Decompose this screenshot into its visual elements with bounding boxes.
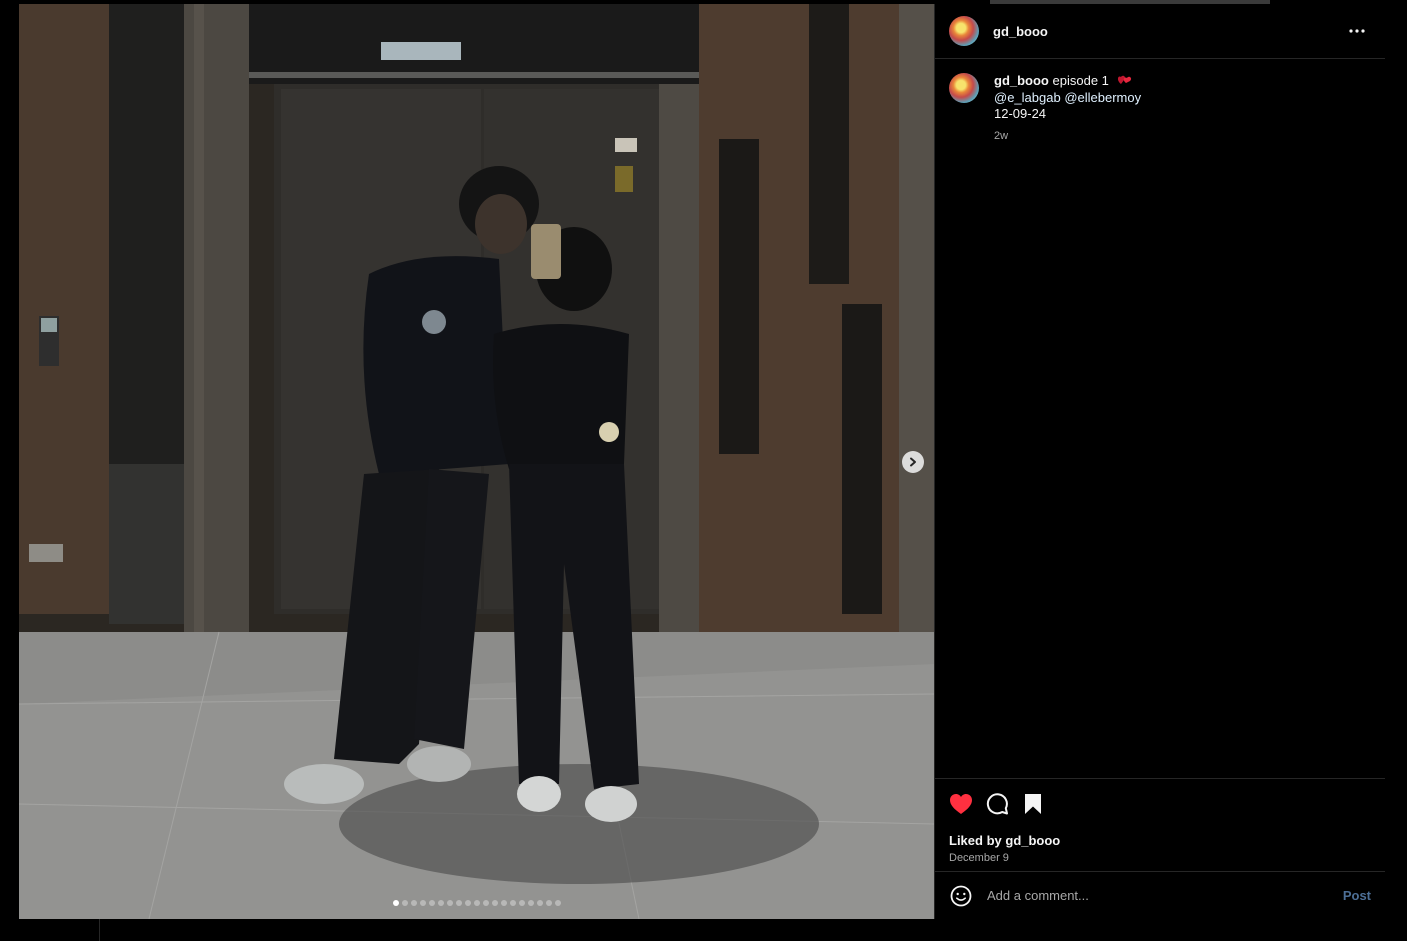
caption-time-ago[interactable]: 2w (994, 128, 1141, 145)
carousel-dot (545, 900, 552, 906)
carousel-dot (410, 900, 417, 906)
post-date[interactable]: December 9 (949, 852, 1371, 864)
backdrop-divider (99, 918, 100, 941)
carousel-dot (392, 900, 399, 906)
caption-date-line: 12-09-24 (994, 106, 1047, 121)
bookmark-filled-icon (1025, 794, 1041, 814)
carousel-dot (473, 900, 480, 906)
post-photo (19, 4, 934, 919)
chevron-right-icon (910, 457, 916, 467)
caption-avatar[interactable] (949, 73, 979, 103)
post-comment-button[interactable]: Post (1343, 888, 1371, 903)
action-row (949, 792, 1371, 816)
carousel-dot (428, 900, 435, 906)
post-media[interactable] (19, 4, 934, 919)
carousel-dot (401, 900, 408, 906)
liked-by-user[interactable]: gd_booo (1005, 833, 1060, 848)
caption-line-1: gd_booo episode 1 (994, 73, 1141, 90)
post-modal: gd_booo gd_booo episode 1 @e_labgab @ell… (19, 4, 1385, 919)
carousel-dot (518, 900, 525, 906)
comment-input[interactable] (987, 888, 1343, 903)
post-caption: gd_booo episode 1 @e_labgab @ellebermoy … (949, 73, 1371, 144)
carousel-dot (536, 900, 543, 906)
caption-body: gd_booo episode 1 @e_labgab @ellebermoy … (994, 73, 1141, 144)
liked-by-prefix: Liked by (949, 833, 1002, 848)
post-header: gd_booo (935, 4, 1385, 59)
carousel-indicator (19, 900, 934, 906)
author-username[interactable]: gd_booo (993, 24, 1048, 39)
carousel-dot (482, 900, 489, 906)
mention-link-2[interactable]: @ellebermoy (1064, 90, 1141, 105)
carousel-dot (500, 900, 507, 906)
carousel-dot (455, 900, 462, 906)
carousel-next-button[interactable] (902, 451, 924, 473)
caption-line-2: @e_labgab @ellebermoy (994, 90, 1141, 107)
heart-filled-icon (950, 794, 972, 814)
carousel-dot (446, 900, 453, 906)
comment-button[interactable] (985, 792, 1009, 816)
carousel-dot (527, 900, 534, 906)
more-horizontal-icon (1349, 29, 1365, 33)
carousel-dot (419, 900, 426, 906)
carousel-dot (509, 900, 516, 906)
save-button[interactable] (1021, 792, 1045, 816)
like-button[interactable] (949, 792, 973, 816)
smiley-icon (950, 885, 972, 906)
caption-username[interactable]: gd_booo (994, 73, 1049, 88)
comment-bubble-icon (986, 793, 1008, 815)
add-comment-bar: Post (935, 871, 1385, 919)
action-bar: Liked by gd_booo December 9 (935, 778, 1385, 871)
more-options-button[interactable] (1345, 19, 1369, 43)
carousel-dot (554, 900, 561, 906)
carousel-dot (491, 900, 498, 906)
carousel-dot (464, 900, 471, 906)
mention-link-1[interactable]: @e_labgab (994, 90, 1061, 105)
caption-text: episode 1 (1052, 73, 1109, 88)
emoji-button[interactable] (949, 884, 973, 908)
author-avatar[interactable] (949, 16, 979, 46)
post-side-panel: gd_booo gd_booo episode 1 @e_labgab @ell… (934, 4, 1385, 919)
carousel-dot (437, 900, 444, 906)
comments-section: gd_booo episode 1 @e_labgab @ellebermoy … (935, 59, 1385, 778)
red-hearts-emoji (1117, 75, 1131, 84)
likes-summary[interactable]: Liked by gd_booo (949, 833, 1371, 848)
